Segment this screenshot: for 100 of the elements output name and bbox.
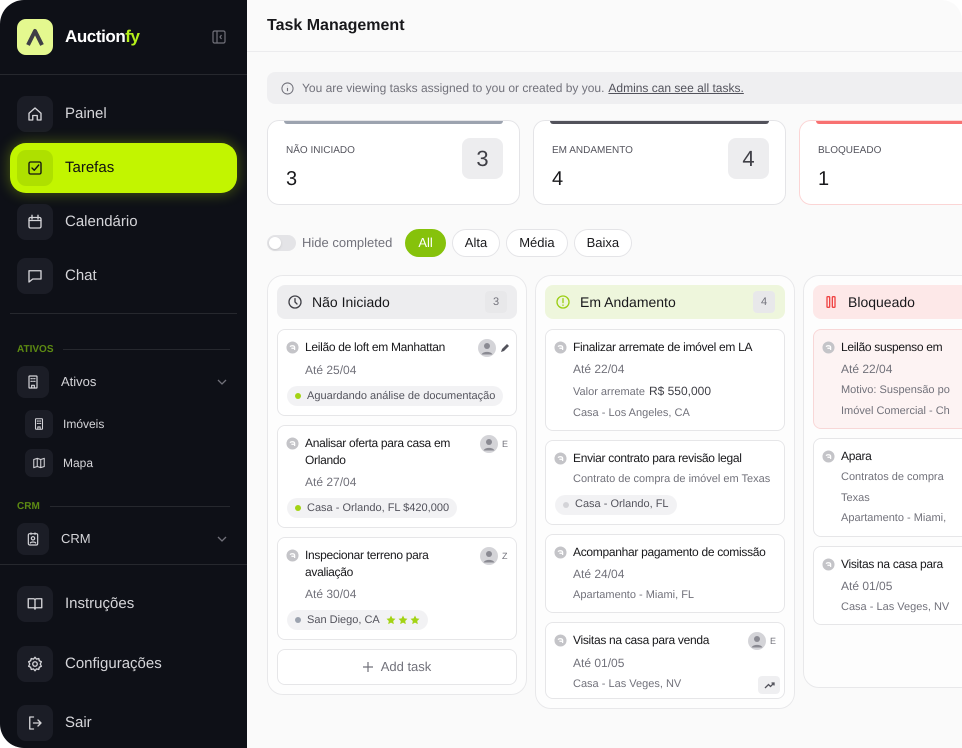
priority-filter-chip[interactable]: Alta <box>452 229 500 257</box>
task-card[interactable]: Enviar contrato para revisão legal Contrato de compra de imóvel em Texas Casa - Orlando, FL <box>545 440 785 524</box>
chevron-down-icon <box>217 536 227 542</box>
status-icon <box>286 549 299 562</box>
tag-text: Casa - Orlando, FL $420,000 <box>307 500 450 516</box>
task-detail: Texas <box>841 490 870 506</box>
task-detail: Casa - Las Veges, NV <box>573 677 682 692</box>
chat-icon <box>17 258 53 294</box>
task-card[interactable]: Apara Contratos de compra Texas Apartamento - Miami, <box>813 438 962 536</box>
admins-link[interactable]: Admins can see all tasks. <box>608 79 744 97</box>
tag-text: San Diego, CA <box>307 612 380 628</box>
plus-icon <box>362 662 373 672</box>
pencil-icon[interactable] <box>500 343 510 353</box>
clock-icon <box>287 294 303 310</box>
stat-value: 4 <box>552 168 564 190</box>
task-card[interactable]: Leilão suspenso em Até 22/04 Motivo: Suspensão po Imóvel Comercial - Ch <box>813 329 962 429</box>
task-card[interactable]: Finalizar arremate de imóvel em LA Até 22/04 Valor arremate R$ 550,000 Casa - Los Angeles, CA <box>545 329 785 431</box>
add-task-button[interactable]: Add task <box>277 649 517 685</box>
trend-button[interactable] <box>758 676 780 694</box>
calendar-icon <box>17 204 53 240</box>
task-title: Apara <box>841 448 873 465</box>
task-title: Visitas na casa para <box>841 556 944 572</box>
book-icon <box>17 586 53 622</box>
sidebar-item[interactable]: CRM <box>10 520 237 558</box>
stat-label: EM ANDAMENTO <box>552 145 633 156</box>
task-detail: Apartamento - Miami, <box>841 511 946 526</box>
task-card[interactable]: Acompanhar pagamento de comissão Até 24/04 Apartamento - Miami, FL <box>545 534 785 613</box>
due-date: Até 27/04 <box>305 474 356 491</box>
due-date: Até 24/04 <box>573 566 624 582</box>
task-title: Leilão suspenso em <box>841 339 944 356</box>
task-detail: Motivo: Suspensão po <box>841 383 950 398</box>
priority-filter-chip[interactable]: Baixa <box>574 229 632 257</box>
star-icon <box>386 615 396 625</box>
priority-filter-chip[interactable]: Média <box>506 229 568 257</box>
task-card[interactable]: Leilão de loft em Manhattan Até 25/04 Aguardando análise de documentação <box>277 329 517 416</box>
task-card[interactable]: Visitas na casa para Até 01/05 Casa - Las Veges, NV <box>813 546 962 625</box>
stat-label: NÃO INICIADO <box>286 145 355 156</box>
count-badge: 4 <box>728 138 769 179</box>
sidebar-item[interactable]: Configurações <box>10 639 237 689</box>
sidebar-item[interactable]: Tarefas <box>10 143 237 193</box>
assignee-initial: E <box>770 635 778 648</box>
due-date: Até 01/05 <box>573 655 624 672</box>
tag-text: Casa - Orlando, FL <box>575 497 669 512</box>
stat-value: 1 <box>818 168 830 190</box>
column-title: Não Iniciado <box>312 292 390 312</box>
checkbox-icon <box>17 150 53 186</box>
sidebar-item[interactable]: Calendário <box>10 197 237 247</box>
stat-label: BLOQUEADO <box>818 145 882 156</box>
page-title: Task Management <box>267 16 405 36</box>
task-title: Visitas na casa para venda <box>573 632 710 649</box>
status-icon <box>554 546 567 558</box>
value-label: Valor arremate <box>573 385 645 400</box>
star-icon <box>398 615 408 625</box>
sidebar-subitem[interactable]: Mapa <box>10 446 237 480</box>
alert-icon <box>555 294 571 310</box>
settings-icon <box>17 646 53 682</box>
map-icon <box>25 449 53 478</box>
assignee-initial: E <box>502 438 510 451</box>
tag-text: Aguardando análise de documentação <box>307 388 496 404</box>
task-card[interactable]: Analisar oferta para casa em Orlando E Até 27/04 Casa - Orlando, FL $420,000 <box>277 425 517 528</box>
task-title: Finalizar arremate de imóvel em LA <box>573 339 754 356</box>
hide-completed-toggle[interactable] <box>267 235 296 251</box>
task-detail: Casa - Las Veges, NV <box>841 600 950 614</box>
sidebar-item[interactable]: Ativos <box>10 363 237 401</box>
section-heading: CRM <box>17 500 40 514</box>
toggle-label: Hide completed <box>302 234 392 252</box>
star-icon <box>410 615 420 625</box>
task-detail: Apartamento - Miami, FL <box>573 588 694 602</box>
status-icon <box>822 341 835 354</box>
sidebar-item[interactable]: Chat <box>10 251 237 301</box>
section-heading: ATIVOS <box>17 343 54 358</box>
task-card[interactable]: Visitas na casa para venda E Até 01/05 Casa - Las Veges, NV <box>545 622 785 699</box>
due-date: Até 30/04 <box>305 586 356 603</box>
status-icon <box>286 437 299 450</box>
info-icon <box>281 82 294 94</box>
sidebar-item[interactable]: Painel <box>10 89 237 139</box>
brand-name: Auctionfy <box>65 26 140 48</box>
trend-arrow-icon <box>764 681 774 689</box>
task-title: Enviar contrato para revisão legal <box>573 450 743 467</box>
sidebar-item[interactable]: Instruções <box>10 579 237 629</box>
chevron-down-icon <box>217 379 227 386</box>
status-icon <box>822 450 835 463</box>
logo-icon <box>17 19 53 55</box>
task-title: Inspecionar terreno para avaliação <box>305 547 430 581</box>
column-count: 4 <box>753 291 775 313</box>
stat-value: 3 <box>286 168 298 190</box>
due-date: Até 25/04 <box>305 362 356 379</box>
task-card[interactable]: Inspecionar terreno para avaliação Z Até 30/04 San Diego, CA <box>277 537 517 640</box>
logout-icon <box>17 705 53 741</box>
home-icon <box>17 96 53 132</box>
sidebar-item[interactable]: Sair <box>10 698 237 748</box>
notice-text: You are viewing tasks assigned to you or created by you. <box>302 80 604 97</box>
due-date: Até 22/04 <box>573 361 624 378</box>
column-count: 3 <box>485 291 507 313</box>
column-title: Em Andamento <box>580 292 676 312</box>
status-icon <box>554 341 567 354</box>
collapse-sidebar-icon[interactable] <box>212 30 226 44</box>
task-detail: Casa - Los Angeles, CA <box>573 406 690 420</box>
sidebar-subitem[interactable]: Imóveis <box>10 406 237 441</box>
task-detail: Contrato de compra de imóvel em Texas <box>573 472 770 487</box>
